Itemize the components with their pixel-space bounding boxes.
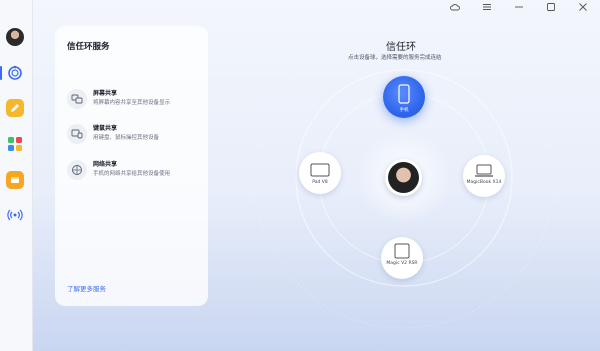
screen-share-icon (67, 89, 87, 109)
service-desc: 用键盘、鼠标操控其他设备 (93, 135, 160, 141)
signal-icon[interactable] (6, 206, 24, 224)
trust-ring-title: 信任环 (386, 42, 416, 53)
device-magicbook[interactable]: MagicBook X14 (463, 155, 505, 197)
service-desc: 将屏幕内容共享至其他设备显示 (93, 100, 171, 106)
learn-more-link[interactable]: 了解更多服务 (67, 283, 106, 293)
laptop-icon (475, 164, 493, 177)
network-share-icon (67, 160, 87, 180)
user-avatar[interactable] (385, 159, 422, 196)
menu-icon[interactable] (482, 2, 492, 16)
window-controls (450, 2, 588, 16)
pencil-icon[interactable] (6, 99, 24, 117)
device-phone[interactable]: 手机 (383, 76, 425, 118)
device-label: MagicBook X14 (466, 180, 502, 185)
active-indicator (0, 66, 2, 80)
phone-icon (398, 84, 410, 104)
trust-ring-icon[interactable] (6, 64, 24, 82)
minimize-icon[interactable] (514, 2, 524, 16)
device-pad[interactable]: Pad V8 (299, 152, 341, 194)
restore-icon[interactable] (546, 2, 556, 16)
close-icon[interactable] (578, 2, 588, 16)
apps-icon[interactable] (6, 135, 24, 153)
service-network-share[interactable]: 网络共享 手机的网络共享给其他设备使用 (67, 159, 205, 185)
service-keyboard-mouse[interactable]: 键鼠共享 用键盘、鼠标操控其他设备 (67, 123, 205, 149)
service-name: 屏幕共享 (93, 90, 118, 97)
device-label: 手机 (399, 108, 409, 113)
device-label: Magic V2 RSR (386, 261, 418, 266)
avatar[interactable] (6, 28, 24, 46)
services-card: 信任环服务 屏幕共享 将屏幕内容共享至其他设备显示 键鼠共享 用键盘、鼠标操控其… (55, 26, 208, 306)
avatar-photo (388, 162, 419, 193)
left-sidebar (0, 0, 33, 351)
box-icon[interactable] (6, 171, 24, 189)
service-name: 键鼠共享 (93, 125, 118, 132)
device-magic-v2[interactable]: Magic V2 RSR (381, 237, 423, 279)
service-name: 网络共享 (93, 161, 118, 168)
foldable-phone-icon (394, 243, 410, 259)
service-screen-share[interactable]: 屏幕共享 将屏幕内容共享至其他设备显示 (67, 88, 205, 114)
keyboard-mouse-icon (67, 124, 87, 144)
service-desc: 手机的网络共享给其他设备使用 (93, 171, 171, 177)
cloud-icon[interactable] (450, 2, 460, 16)
tablet-icon (310, 163, 330, 177)
card-title: 信任环服务 (67, 42, 110, 52)
device-label: Pad V8 (312, 180, 328, 185)
